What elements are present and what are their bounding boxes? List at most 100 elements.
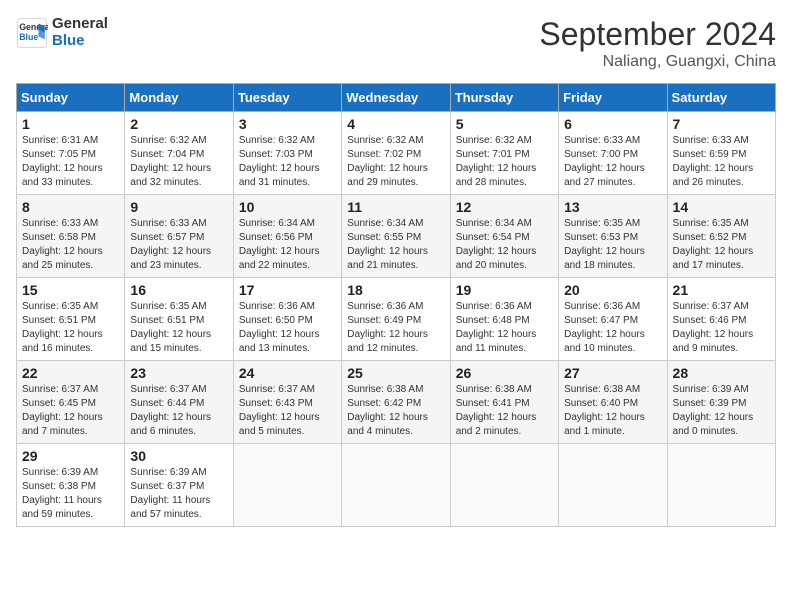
day-number: 29 bbox=[22, 448, 119, 464]
day-number: 5 bbox=[456, 116, 553, 132]
day-cell: 11 Sunrise: 6:34 AM Sunset: 6:55 PM Dayli… bbox=[342, 195, 450, 278]
week-row-4: 22 Sunrise: 6:37 AM Sunset: 6:45 PM Dayli… bbox=[17, 361, 776, 444]
day-number: 14 bbox=[673, 199, 770, 215]
day-info: Sunrise: 6:32 AM Sunset: 7:03 PM Dayligh… bbox=[239, 134, 336, 190]
day-info: Sunrise: 6:35 AM Sunset: 6:53 PM Dayligh… bbox=[564, 217, 661, 273]
day-info: Sunrise: 6:38 AM Sunset: 6:41 PM Dayligh… bbox=[456, 383, 553, 439]
header-day-saturday: Saturday bbox=[667, 84, 775, 112]
calendar-body: 1 Sunrise: 6:31 AM Sunset: 7:05 PM Daylig… bbox=[17, 112, 776, 527]
day-cell: 14 Sunrise: 6:35 AM Sunset: 6:52 PM Dayli… bbox=[667, 195, 775, 278]
day-number: 6 bbox=[564, 116, 661, 132]
logo-blue: Blue bbox=[52, 33, 108, 50]
day-number: 18 bbox=[347, 282, 444, 298]
day-number: 3 bbox=[239, 116, 336, 132]
day-number: 12 bbox=[456, 199, 553, 215]
day-cell: 21 Sunrise: 6:37 AM Sunset: 6:46 PM Dayli… bbox=[667, 278, 775, 361]
day-info: Sunrise: 6:39 AM Sunset: 6:37 PM Dayligh… bbox=[130, 466, 227, 522]
day-cell: 28 Sunrise: 6:39 AM Sunset: 6:39 PM Dayli… bbox=[667, 361, 775, 444]
day-number: 17 bbox=[239, 282, 336, 298]
day-info: Sunrise: 6:34 AM Sunset: 6:55 PM Dayligh… bbox=[347, 217, 444, 273]
header-day-wednesday: Wednesday bbox=[342, 84, 450, 112]
day-number: 22 bbox=[22, 365, 119, 381]
header-day-sunday: Sunday bbox=[17, 84, 125, 112]
day-info: Sunrise: 6:38 AM Sunset: 6:42 PM Dayligh… bbox=[347, 383, 444, 439]
day-cell bbox=[667, 444, 775, 527]
day-number: 26 bbox=[456, 365, 553, 381]
day-cell: 16 Sunrise: 6:35 AM Sunset: 6:51 PM Dayli… bbox=[125, 278, 233, 361]
day-info: Sunrise: 6:33 AM Sunset: 6:58 PM Dayligh… bbox=[22, 217, 119, 273]
day-info: Sunrise: 6:32 AM Sunset: 7:02 PM Dayligh… bbox=[347, 134, 444, 190]
day-number: 8 bbox=[22, 199, 119, 215]
header-day-monday: Monday bbox=[125, 84, 233, 112]
calendar-header: SundayMondayTuesdayWednesdayThursdayFrid… bbox=[17, 84, 776, 112]
day-number: 30 bbox=[130, 448, 227, 464]
day-number: 16 bbox=[130, 282, 227, 298]
day-number: 24 bbox=[239, 365, 336, 381]
day-cell bbox=[342, 444, 450, 527]
day-cell bbox=[450, 444, 558, 527]
day-number: 2 bbox=[130, 116, 227, 132]
day-cell bbox=[233, 444, 341, 527]
day-number: 1 bbox=[22, 116, 119, 132]
day-cell: 4 Sunrise: 6:32 AM Sunset: 7:02 PM Daylig… bbox=[342, 112, 450, 195]
day-cell: 25 Sunrise: 6:38 AM Sunset: 6:42 PM Dayli… bbox=[342, 361, 450, 444]
day-info: Sunrise: 6:35 AM Sunset: 6:52 PM Dayligh… bbox=[673, 217, 770, 273]
day-info: Sunrise: 6:36 AM Sunset: 6:48 PM Dayligh… bbox=[456, 300, 553, 356]
day-info: Sunrise: 6:37 AM Sunset: 6:45 PM Dayligh… bbox=[22, 383, 119, 439]
day-info: Sunrise: 6:31 AM Sunset: 7:05 PM Dayligh… bbox=[22, 134, 119, 190]
day-info: Sunrise: 6:36 AM Sunset: 6:47 PM Dayligh… bbox=[564, 300, 661, 356]
day-number: 4 bbox=[347, 116, 444, 132]
day-info: Sunrise: 6:32 AM Sunset: 7:04 PM Dayligh… bbox=[130, 134, 227, 190]
day-cell: 13 Sunrise: 6:35 AM Sunset: 6:53 PM Dayli… bbox=[559, 195, 667, 278]
day-number: 10 bbox=[239, 199, 336, 215]
day-cell: 27Sunrise: 6:38 AM Sunset: 6:40 PM Dayli… bbox=[559, 361, 667, 444]
day-cell: 12Sunrise: 6:34 AM Sunset: 6:54 PM Dayli… bbox=[450, 195, 558, 278]
day-cell: 10 Sunrise: 6:34 AM Sunset: 6:56 PM Dayli… bbox=[233, 195, 341, 278]
logo-general: General bbox=[52, 16, 108, 33]
day-cell: 15Sunrise: 6:35 AM Sunset: 6:51 PM Dayli… bbox=[17, 278, 125, 361]
day-cell: 9 Sunrise: 6:33 AM Sunset: 6:57 PM Daylig… bbox=[125, 195, 233, 278]
day-cell: 19 Sunrise: 6:36 AM Sunset: 6:48 PM Dayli… bbox=[450, 278, 558, 361]
day-info: Sunrise: 6:35 AM Sunset: 6:51 PM Dayligh… bbox=[130, 300, 227, 356]
day-number: 20 bbox=[564, 282, 661, 298]
calendar-table: SundayMondayTuesdayWednesdayThursdayFrid… bbox=[16, 83, 776, 527]
day-number: 23 bbox=[130, 365, 227, 381]
day-number: 21 bbox=[673, 282, 770, 298]
day-cell: 18 Sunrise: 6:36 AM Sunset: 6:49 PM Dayli… bbox=[342, 278, 450, 361]
day-info: Sunrise: 6:37 AM Sunset: 6:46 PM Dayligh… bbox=[673, 300, 770, 356]
svg-text:Blue: Blue bbox=[19, 32, 38, 42]
day-number: 25 bbox=[347, 365, 444, 381]
day-number: 13 bbox=[564, 199, 661, 215]
header-row: SundayMondayTuesdayWednesdayThursdayFrid… bbox=[17, 84, 776, 112]
page-header: General Blue General Blue September 2024… bbox=[16, 16, 776, 71]
day-number: 11 bbox=[347, 199, 444, 215]
day-cell: 3 Sunrise: 6:32 AM Sunset: 7:03 PM Daylig… bbox=[233, 112, 341, 195]
day-cell: 20 Sunrise: 6:36 AM Sunset: 6:47 PM Dayli… bbox=[559, 278, 667, 361]
day-cell: 1 Sunrise: 6:31 AM Sunset: 7:05 PM Daylig… bbox=[17, 112, 125, 195]
day-number: 9 bbox=[130, 199, 227, 215]
header-day-friday: Friday bbox=[559, 84, 667, 112]
day-info: Sunrise: 6:36 AM Sunset: 6:49 PM Dayligh… bbox=[347, 300, 444, 356]
day-info: Sunrise: 6:39 AM Sunset: 6:39 PM Dayligh… bbox=[673, 383, 770, 439]
day-number: 15 bbox=[22, 282, 119, 298]
week-row-2: 8 Sunrise: 6:33 AM Sunset: 6:58 PM Daylig… bbox=[17, 195, 776, 278]
day-cell: 22 Sunrise: 6:37 AM Sunset: 6:45 PM Dayli… bbox=[17, 361, 125, 444]
day-cell: 17Sunrise: 6:36 AM Sunset: 6:50 PM Dayli… bbox=[233, 278, 341, 361]
day-number: 19 bbox=[456, 282, 553, 298]
day-info: Sunrise: 6:33 AM Sunset: 6:57 PM Dayligh… bbox=[130, 217, 227, 273]
day-cell: 30 Sunrise: 6:39 AM Sunset: 6:37 PM Dayli… bbox=[125, 444, 233, 527]
month-title: September 2024 bbox=[539, 16, 776, 53]
header-day-thursday: Thursday bbox=[450, 84, 558, 112]
day-cell: 5Sunrise: 6:32 AM Sunset: 7:01 PM Daylig… bbox=[450, 112, 558, 195]
day-cell: 26 Sunrise: 6:38 AM Sunset: 6:41 PM Dayli… bbox=[450, 361, 558, 444]
day-info: Sunrise: 6:37 AM Sunset: 6:43 PM Dayligh… bbox=[239, 383, 336, 439]
logo-icon: General Blue bbox=[16, 17, 48, 49]
day-number: 28 bbox=[673, 365, 770, 381]
day-cell bbox=[559, 444, 667, 527]
header-day-tuesday: Tuesday bbox=[233, 84, 341, 112]
day-info: Sunrise: 6:34 AM Sunset: 6:56 PM Dayligh… bbox=[239, 217, 336, 273]
day-cell: 29Sunrise: 6:39 AM Sunset: 6:38 PM Dayli… bbox=[17, 444, 125, 527]
week-row-1: 1 Sunrise: 6:31 AM Sunset: 7:05 PM Daylig… bbox=[17, 112, 776, 195]
title-block: September 2024 Naliang, Guangxi, China bbox=[539, 16, 776, 71]
day-cell: 23Sunrise: 6:37 AM Sunset: 6:44 PM Dayli… bbox=[125, 361, 233, 444]
